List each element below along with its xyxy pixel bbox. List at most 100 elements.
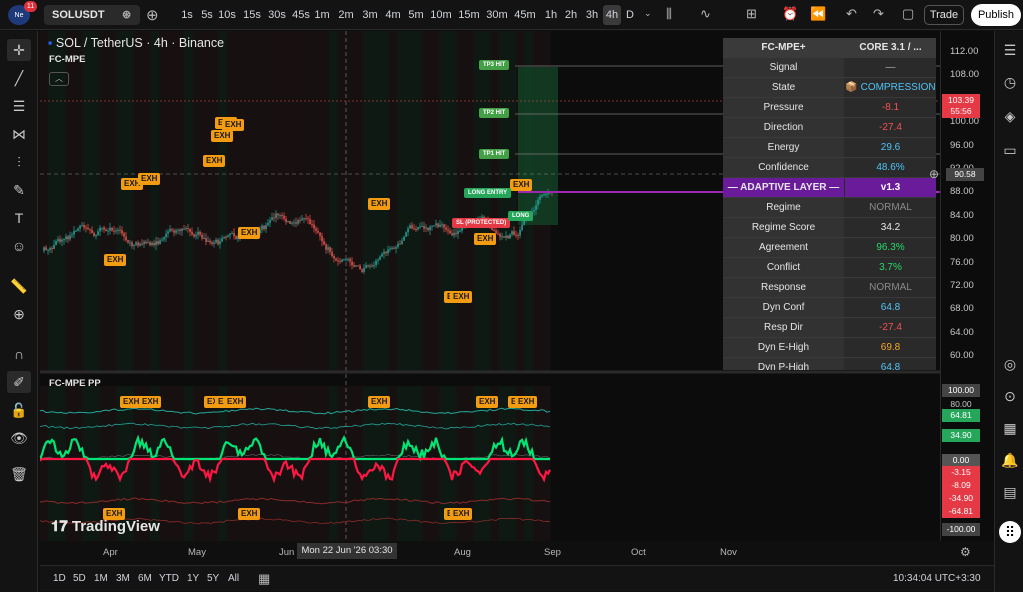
symbol-search[interactable]: SOLUSDT ⊛ (44, 5, 140, 25)
clock-readout[interactable]: 10:34:04 UTC+3:30 (893, 573, 981, 584)
timeframe-D[interactable]: D (624, 5, 636, 25)
candle-body (99, 228, 101, 232)
timeframe-2m[interactable]: 2m (337, 5, 355, 25)
timeframe-15m[interactable]: 15m (458, 5, 480, 25)
apps-icon[interactable]: ⠿ (999, 521, 1021, 543)
panel-header-left: FC-MPE+ (723, 38, 844, 57)
candle-body (155, 241, 157, 245)
bar-style-icon[interactable]: ⫼ (666, 6, 672, 22)
publish-button[interactable]: Publish (971, 4, 1021, 26)
brush-icon[interactable]: ✎ (7, 179, 31, 201)
trade-button[interactable]: Trade (924, 5, 964, 25)
timeframe-1s[interactable]: 1s (180, 5, 194, 25)
candle-body (137, 242, 139, 245)
fib-icon[interactable]: ⫶ (7, 151, 31, 173)
pp-axis-label: -100.00 (942, 523, 980, 536)
timeframe-10m[interactable]: 10m (430, 5, 452, 25)
pulse-icon[interactable]: ⊙ (999, 385, 1021, 407)
magnet-icon[interactable]: ∩ (7, 343, 31, 365)
bg-band (227, 31, 236, 371)
news-icon[interactable]: ▤ (999, 481, 1021, 503)
calendar-icon[interactable]: ▦ (999, 417, 1021, 439)
range-5D[interactable]: 5D (73, 573, 86, 584)
candle-body (377, 260, 379, 261)
range-6M[interactable]: 6M (138, 573, 152, 584)
range-1D[interactable]: 1D (53, 573, 66, 584)
timeframe-1m[interactable]: 1m (314, 5, 330, 25)
undo-icon[interactable]: ↶ (846, 6, 857, 22)
redo-icon[interactable]: ↷ (873, 6, 884, 22)
candle-body (519, 230, 521, 236)
range-All[interactable]: All (228, 573, 239, 584)
compare-icon[interactable]: ⊛ (122, 5, 131, 25)
settings-icon[interactable]: ⚙ (960, 545, 971, 559)
candle-body (329, 247, 331, 251)
trendline-icon[interactable]: ╱ (7, 67, 31, 89)
timeframe-5s[interactable]: 5s (199, 5, 215, 25)
trash-icon[interactable]: 🗑 (7, 463, 31, 485)
replay-icon[interactable]: ⏪ (810, 6, 826, 22)
timeframe-45s[interactable]: 45s (290, 5, 312, 25)
candle-body (281, 215, 283, 216)
chat-icon[interactable]: ▭ (999, 139, 1021, 161)
bell-icon[interactable]: 🔔 (999, 449, 1021, 471)
timeframe-4m[interactable]: 4m (384, 5, 402, 25)
range-1M[interactable]: 1M (94, 573, 108, 584)
timeframe-30s[interactable]: 30s (266, 5, 288, 25)
layout-icon[interactable]: ⊞ (746, 6, 757, 22)
candle-body (351, 261, 353, 265)
timeframe-10s[interactable]: 10s (217, 5, 237, 25)
timeframe-2h[interactable]: 2h (563, 5, 579, 25)
clock-icon[interactable]: ◷ (999, 71, 1021, 93)
pitchfork-icon[interactable]: ⋈ (7, 123, 31, 145)
timeframe-3h[interactable]: 3h (584, 5, 600, 25)
candle-body (181, 229, 183, 231)
bg-band (431, 386, 440, 541)
range-5Y[interactable]: 5Y (207, 573, 219, 584)
crosshair-icon[interactable]: ✛ (7, 39, 31, 61)
lock-icon[interactable]: 🔓 (7, 399, 31, 421)
time-tick-label: Sep (544, 547, 561, 558)
add-alert-icon[interactable]: ⊕ (929, 167, 939, 181)
zoom-icon[interactable]: ⊕ (7, 303, 31, 325)
timeframe-dropdown-icon[interactable]: ⌄ (644, 8, 652, 19)
stay-drawing-icon[interactable]: ✐ (7, 371, 31, 393)
bg-band (482, 31, 491, 371)
bg-band (227, 386, 236, 541)
timeframe-15s[interactable]: 15s (241, 5, 263, 25)
drawing-toolbar: ✛ ╱ ☰ ⋈ ⫶ ✎ T ☺ 📏 ⊕ ∩ ✐ 🔓 👁 🗑 (0, 31, 38, 592)
text-icon[interactable]: T (7, 207, 31, 229)
layers-icon[interactable]: ◈ (999, 105, 1021, 127)
bg-band (321, 386, 330, 541)
target-icon[interactable]: ◎ (999, 353, 1021, 375)
candle-body (515, 235, 517, 236)
ruler-icon[interactable]: 📏 (7, 275, 31, 297)
panel-row: Conflict 3.7% (723, 258, 936, 278)
bg-band (278, 31, 287, 371)
indicator-title[interactable]: FC-MPE (49, 54, 85, 65)
add-symbol-icon[interactable]: ⊕ (146, 6, 159, 24)
panel-row-label: Energy (723, 138, 844, 157)
date-range-icon[interactable]: ▦ (258, 571, 270, 587)
emoji-icon[interactable]: ☺ (7, 235, 31, 257)
timeframe-1h[interactable]: 1h (543, 5, 559, 25)
candle-body (289, 221, 291, 224)
indicators-icon[interactable]: ∿ (700, 6, 711, 22)
timeframe-5m[interactable]: 5m (407, 5, 425, 25)
range-3M[interactable]: 3M (116, 573, 130, 584)
watchlist-icon[interactable]: ☰ (999, 39, 1021, 61)
collapse-legend-button[interactable]: ︿ (49, 72, 69, 86)
eye-icon[interactable]: 👁 (7, 427, 31, 449)
horizontal-lines-icon[interactable]: ☰ (7, 95, 31, 117)
timeframe-30m[interactable]: 30m (486, 5, 508, 25)
timeframe-45m[interactable]: 45m (514, 5, 536, 25)
timeframe-3m[interactable]: 3m (361, 5, 379, 25)
pp-indicator-title[interactable]: FC-MPE PP (49, 378, 101, 389)
candle-body (221, 238, 223, 241)
range-1Y[interactable]: 1Y (187, 573, 199, 584)
panel-row-value: 3.7% (845, 258, 936, 277)
alert-icon[interactable]: ⏰ (782, 6, 798, 22)
range-YTD[interactable]: YTD (159, 573, 179, 584)
fullscreen-icon[interactable]: ▢ (902, 6, 914, 22)
timeframe-4h[interactable]: 4h (603, 5, 621, 25)
